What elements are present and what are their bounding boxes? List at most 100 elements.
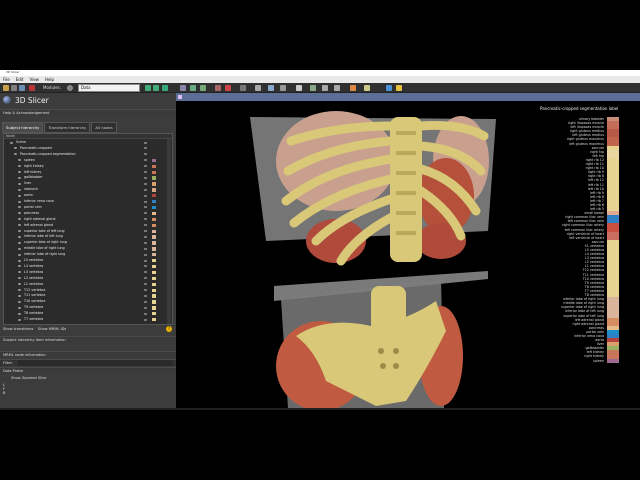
visibility-eye-icon[interactable]	[18, 312, 21, 315]
shape-icon[interactable]	[225, 85, 231, 91]
view-controller-bar[interactable]	[176, 93, 640, 101]
tab-transform-hierarchy[interactable]: Transform hierarchy	[44, 122, 91, 133]
visibility-eye-icon[interactable]	[18, 194, 21, 197]
visibility-eye-icon[interactable]	[10, 141, 13, 144]
extensions-icon[interactable]	[310, 85, 316, 91]
tree-row[interactable]: L2 vertebra	[4, 276, 172, 281]
python-icon[interactable]	[386, 85, 392, 91]
segment-color-swatch[interactable]	[152, 276, 156, 281]
tree-row[interactable]: T10 vertebra	[4, 299, 172, 304]
visibility-eye-icon[interactable]	[14, 153, 17, 156]
segment-color-swatch[interactable]	[152, 235, 156, 239]
visibility-eye-icon[interactable]	[18, 165, 21, 168]
tree-row[interactable]: L5 vertebra	[4, 258, 172, 263]
visibility-eye-icon[interactable]	[18, 271, 21, 274]
tree-row[interactable]: spleen	[4, 158, 172, 163]
volume-icon[interactable]	[322, 85, 328, 91]
tree-row[interactable]: gallbladder	[4, 175, 172, 180]
tree-row[interactable]: stomach	[4, 187, 172, 192]
visibility-eye-icon[interactable]	[18, 294, 21, 297]
tree-row[interactable]: Pancreatic-cropped	[4, 146, 172, 151]
window-level-icon[interactable]	[280, 85, 286, 91]
visibility-eye-icon[interactable]	[18, 235, 21, 238]
visibility-eye-icon[interactable]	[18, 159, 21, 162]
3d-view[interactable]: Pancreatic-cropped segmentation label ur…	[176, 101, 640, 408]
visibility-eye-icon[interactable]	[18, 289, 21, 291]
visibility-eye-icon[interactable]	[18, 171, 21, 173]
tree-row[interactable]: inferior lobe of right lung	[4, 252, 172, 257]
tree-row[interactable]: T7 vertebra	[4, 317, 172, 322]
tree-row[interactable]: T11 vertebra	[4, 293, 172, 298]
visibility-eye-icon[interactable]	[18, 259, 21, 262]
visibility-eye-icon[interactable]	[18, 277, 21, 280]
visibility-eye-icon[interactable]	[18, 212, 21, 215]
show-transforms-checkbox[interactable]: Show transforms	[3, 327, 33, 331]
tree-row[interactable]: right kidney	[4, 164, 172, 169]
segment-color-swatch[interactable]	[152, 241, 156, 245]
tree-row[interactable]: L3 vertebra	[4, 270, 172, 275]
tree-row[interactable]: T12 vertebra	[4, 288, 172, 293]
tree-row[interactable]: aorta	[4, 193, 172, 198]
mouse-mode-icon[interactable]	[268, 85, 274, 91]
forward-arrow-icon[interactable]	[153, 85, 159, 91]
filter-input[interactable]	[18, 359, 173, 366]
visibility-eye-icon[interactable]	[18, 265, 21, 268]
data-probe-header[interactable]: Data Probe	[0, 367, 176, 374]
visibility-eye-icon[interactable]	[18, 241, 21, 244]
modules-list-icon[interactable]	[29, 85, 35, 91]
save-icon[interactable]	[19, 85, 25, 91]
fiducial-icon[interactable]	[350, 85, 356, 91]
segment-color-swatch[interactable]	[152, 194, 156, 198]
tab-subject-hierarchy[interactable]: Subject hierarchy	[2, 122, 44, 133]
tree-row[interactable]: superior lobe of right lung	[4, 240, 172, 245]
back-arrow-icon[interactable]	[145, 85, 151, 91]
tree-row[interactable]: right adrenal gland	[4, 217, 172, 222]
segment-color-swatch[interactable]	[152, 294, 156, 298]
visibility-eye-icon[interactable]	[18, 247, 21, 250]
visibility-eye-icon[interactable]	[18, 176, 21, 179]
tree-row[interactable]: Pancreatic-cropped segmentation	[4, 152, 172, 157]
segment-color-swatch[interactable]	[152, 247, 156, 251]
show-zoomed-slice-checkbox[interactable]: Show Zoomed Slice	[3, 375, 46, 381]
visibility-eye-icon[interactable]	[18, 230, 21, 232]
markup-icon[interactable]	[215, 85, 221, 91]
visibility-eye-icon[interactable]	[18, 182, 21, 185]
crosshair-icon[interactable]	[240, 85, 246, 91]
segment-color-swatch[interactable]	[152, 200, 156, 204]
subject-hierarchy-tree[interactable]: Node Scene Pancreatic-cropped Pancreatic-c…	[3, 133, 173, 325]
module-selector[interactable]: Data	[78, 84, 140, 92]
segment-color-swatch[interactable]	[152, 170, 156, 174]
visibility-eye-icon[interactable]	[18, 318, 21, 321]
segment-color-swatch[interactable]	[152, 164, 156, 168]
tree-row[interactable]: left kidney	[4, 170, 172, 175]
segment-color-swatch[interactable]	[152, 318, 156, 322]
show-mrml-ids-checkbox[interactable]: Show MRML IDs	[38, 327, 66, 331]
visibility-eye-icon[interactable]	[14, 147, 17, 150]
visibility-eye-icon[interactable]	[18, 218, 21, 221]
layout-icon[interactable]	[180, 85, 186, 91]
tree-row[interactable]: Scene	[4, 140, 172, 145]
segment-color-swatch[interactable]	[152, 229, 156, 233]
models-icon[interactable]	[334, 85, 340, 91]
segment-color-swatch[interactable]	[152, 264, 156, 269]
visibility-eye-icon[interactable]	[18, 206, 21, 209]
tree-row[interactable]: portal vein	[4, 205, 172, 210]
tree-row[interactable]: liver	[4, 181, 172, 186]
visibility-eye-icon[interactable]	[18, 224, 21, 227]
segment-color-swatch[interactable]	[152, 259, 156, 263]
segment-color-swatch[interactable]	[152, 158, 156, 163]
dicom-icon[interactable]	[11, 85, 17, 91]
tree-row[interactable]: inferior lobe of left lung	[4, 234, 172, 239]
extension-manager-icon[interactable]	[396, 85, 402, 91]
tree-row[interactable]: inferior vena cava	[4, 199, 172, 204]
tree-row[interactable]: L4 vertebra	[4, 264, 172, 269]
tree-scrollbar[interactable]	[167, 139, 171, 324]
visibility-eye-icon[interactable]	[18, 306, 21, 309]
segment-color-swatch[interactable]	[152, 288, 156, 292]
toggle-icon[interactable]	[200, 85, 206, 91]
help-section-header[interactable]: Help & Acknowledgement	[0, 109, 176, 116]
menu-help[interactable]: Help	[45, 77, 54, 82]
screenshot-icon[interactable]	[296, 85, 302, 91]
subject-info-header[interactable]: Subject hierarchy item information	[0, 336, 176, 343]
segment-color-swatch[interactable]	[152, 253, 156, 257]
